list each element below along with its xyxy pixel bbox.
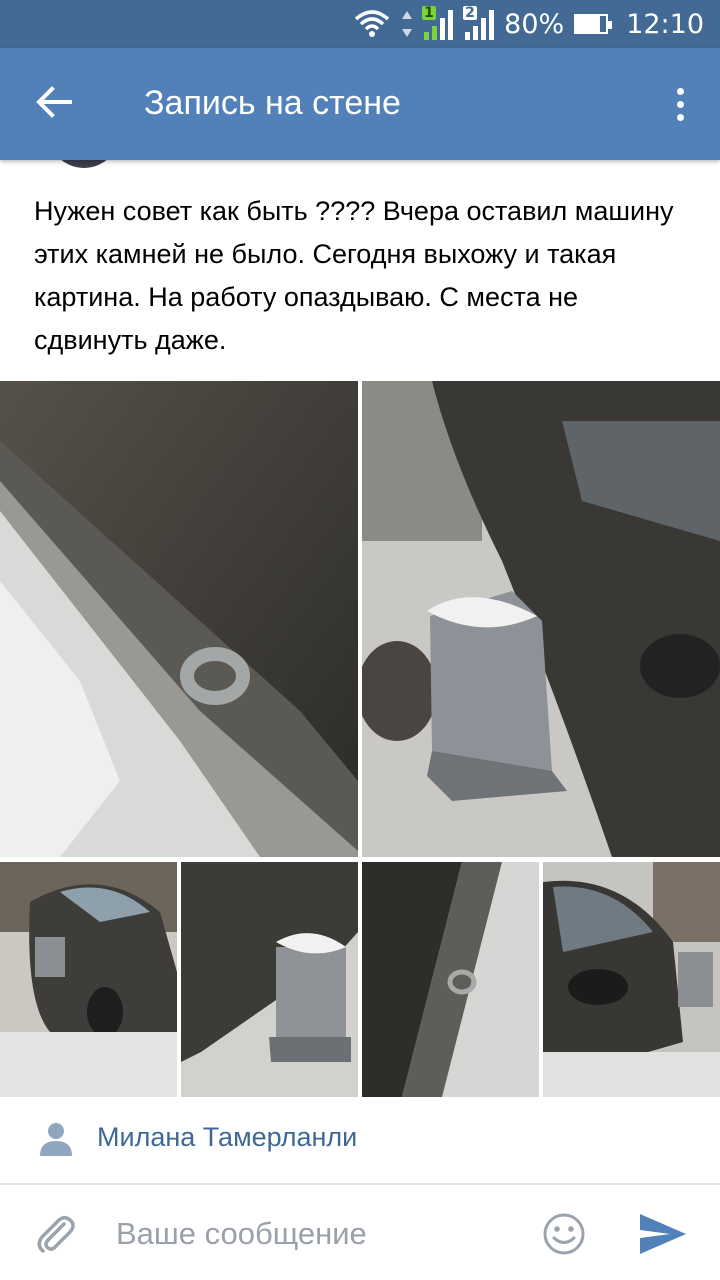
back-button[interactable]	[26, 76, 82, 132]
arrow-back-icon	[36, 86, 72, 122]
post-text: Нужен совет как быть ???? Вчера оставил …	[34, 196, 674, 355]
page-title: Запись на стене	[144, 84, 401, 122]
author-row[interactable]: Милана Тамерланли	[0, 1112, 720, 1168]
sim1-signal-icon: 1	[422, 5, 454, 40]
send-icon[interactable]	[638, 1212, 688, 1256]
message-composer	[0, 1186, 720, 1280]
message-input[interactable]	[116, 1212, 516, 1256]
battery-icon	[574, 14, 613, 34]
smiley-icon[interactable]	[542, 1212, 586, 1256]
divider	[0, 1183, 720, 1185]
more-vertical-icon	[676, 87, 684, 95]
post-photo-4[interactable]	[181, 862, 358, 1097]
author-name[interactable]: Милана Тамерланли	[97, 1122, 357, 1153]
person-icon	[38, 1120, 74, 1156]
data-arrows-icon	[402, 11, 413, 37]
post-photo-3[interactable]	[0, 862, 177, 1097]
more-dot	[676, 113, 684, 121]
post-photo-5[interactable]	[362, 862, 539, 1097]
sim2-signal-icon: 2	[463, 5, 495, 40]
wifi-icon	[352, 9, 392, 39]
post-photo-6[interactable]	[543, 862, 720, 1097]
post-photo-1[interactable]	[0, 381, 358, 857]
sim1-label: 1	[422, 5, 436, 21]
clock: 12:10	[626, 8, 704, 40]
battery-percent: 80%	[504, 8, 565, 40]
paperclip-icon[interactable]	[34, 1212, 80, 1258]
status-bar: 1 2 80% 12:10	[0, 0, 720, 48]
more-dot	[676, 100, 684, 108]
sim2-label: 2	[463, 5, 477, 21]
post-photo-2[interactable]	[362, 381, 720, 857]
toolbar: Запись на стене	[0, 48, 720, 160]
more-button[interactable]	[660, 80, 700, 128]
